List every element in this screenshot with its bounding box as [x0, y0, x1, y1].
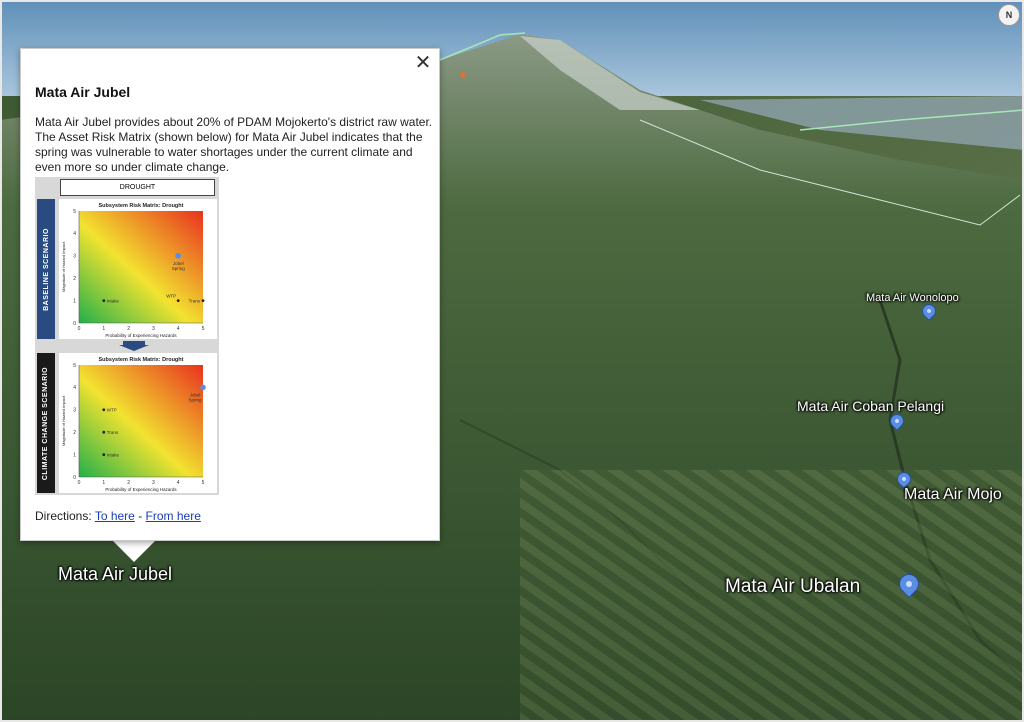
x-tick-label: 5: [202, 326, 205, 332]
risk-heat-background: [79, 365, 203, 477]
y-tick-label: 3: [73, 408, 76, 414]
data-point-label: Trans: [189, 298, 201, 303]
directions-row: Directions: To here - From here: [35, 509, 201, 523]
x-tick-label: 2: [127, 480, 130, 486]
drought-header: DROUGHT: [60, 179, 215, 196]
y-tick-label: 3: [73, 254, 76, 260]
data-point: [102, 408, 106, 412]
data-point-label: Spring: [172, 266, 186, 271]
close-icon[interactable]: ✕: [413, 53, 433, 73]
place-label-wonolopo[interactable]: Mata Air Wonolopo: [866, 292, 959, 304]
risk-matrix-climate-change: Subsystem Risk Matrix: Drought Probabilit…: [59, 353, 217, 493]
baseline-scenario-label: BASELINE SCENARIO: [42, 227, 50, 311]
chart-title: Subsystem Risk Matrix: Drought: [99, 203, 184, 209]
data-point: [175, 253, 181, 259]
x-tick-label: 1: [102, 326, 105, 332]
y-tick-label: 2: [73, 276, 76, 282]
data-point: [102, 299, 106, 302]
balloon-description: Mata Air Jubel provides about 20% of PDA…: [35, 115, 433, 174]
data-point-label: WTP: [107, 408, 117, 413]
data-point: [200, 384, 206, 391]
data-point: [102, 453, 106, 456]
data-point-label: Trans: [107, 430, 119, 435]
directions-label: Directions:: [35, 509, 92, 523]
x-tick-label: 4: [177, 326, 180, 332]
data-point: [176, 299, 180, 302]
place-label-coban-pelangi[interactable]: Mata Air Coban Pelangi: [797, 398, 944, 414]
place-label-jubel[interactable]: Mata Air Jubel: [58, 564, 172, 585]
x-tick-label: 5: [202, 480, 205, 486]
data-point-label: Intake: [107, 452, 120, 457]
data-point-label: WTP: [166, 294, 176, 299]
x-tick-label: 1: [102, 480, 105, 486]
balloon-title: Mata Air Jubel: [35, 84, 131, 100]
x-axis-label: Probability of Experiencing Hazards: [105, 333, 177, 338]
data-point: [201, 299, 205, 302]
data-point: [102, 430, 106, 434]
y-tick-label: 0: [73, 321, 76, 327]
balloon-tail: [112, 540, 156, 562]
x-axis-label: Probability of Experiencing Hazards: [105, 487, 177, 492]
directions-separator: -: [138, 509, 143, 523]
data-point-label: Intake: [107, 298, 120, 303]
x-tick-label: 4: [177, 480, 180, 486]
risk-matrix-baseline: Subsystem Risk Matrix: Drought Probabilit…: [59, 199, 217, 339]
from-here-link[interactable]: From here: [146, 509, 201, 523]
arrow-down-icon: [119, 341, 149, 351]
climate-change-scenario-label: CLIMATE CHANGE SCENARIO: [42, 366, 50, 480]
y-tick-label: 4: [73, 231, 76, 237]
to-here-link[interactable]: To here: [95, 509, 135, 523]
place-label-ubalan[interactable]: Mata Air Ubalan: [725, 576, 860, 598]
y-axis-label: Magnitude of Hazard Impact: [61, 241, 66, 292]
climate-change-scenario-bar: CLIMATE CHANGE SCENARIO: [37, 353, 55, 493]
place-label-mojo[interactable]: Mata Air Mojo: [904, 486, 1002, 504]
data-point-label: Spring: [188, 397, 202, 402]
x-tick-label: 0: [78, 326, 81, 332]
y-tick-label: 2: [73, 430, 76, 436]
y-tick-label: 4: [73, 385, 76, 391]
x-tick-label: 3: [152, 480, 155, 486]
y-tick-label: 1: [73, 452, 76, 458]
y-tick-label: 0: [73, 475, 76, 481]
y-tick-label: 5: [73, 209, 76, 215]
baseline-scenario-bar: BASELINE SCENARIO: [37, 199, 55, 339]
asset-risk-matrix-figure: DROUGHT BASELINE SCENARIO CLIMATE CHANGE…: [35, 177, 219, 495]
chart-title: Subsystem Risk Matrix: Drought: [99, 357, 184, 363]
compass-icon[interactable]: N: [998, 4, 1020, 26]
info-balloon: ✕ Mata Air Jubel Mata Air Jubel provides…: [20, 48, 440, 541]
x-tick-label: 2: [127, 326, 130, 332]
x-tick-label: 3: [152, 326, 155, 332]
x-tick-label: 0: [78, 480, 81, 486]
y-tick-label: 1: [73, 298, 76, 304]
y-tick-label: 5: [73, 363, 76, 369]
y-axis-label: Magnitude of Hazard Impact: [61, 395, 66, 446]
